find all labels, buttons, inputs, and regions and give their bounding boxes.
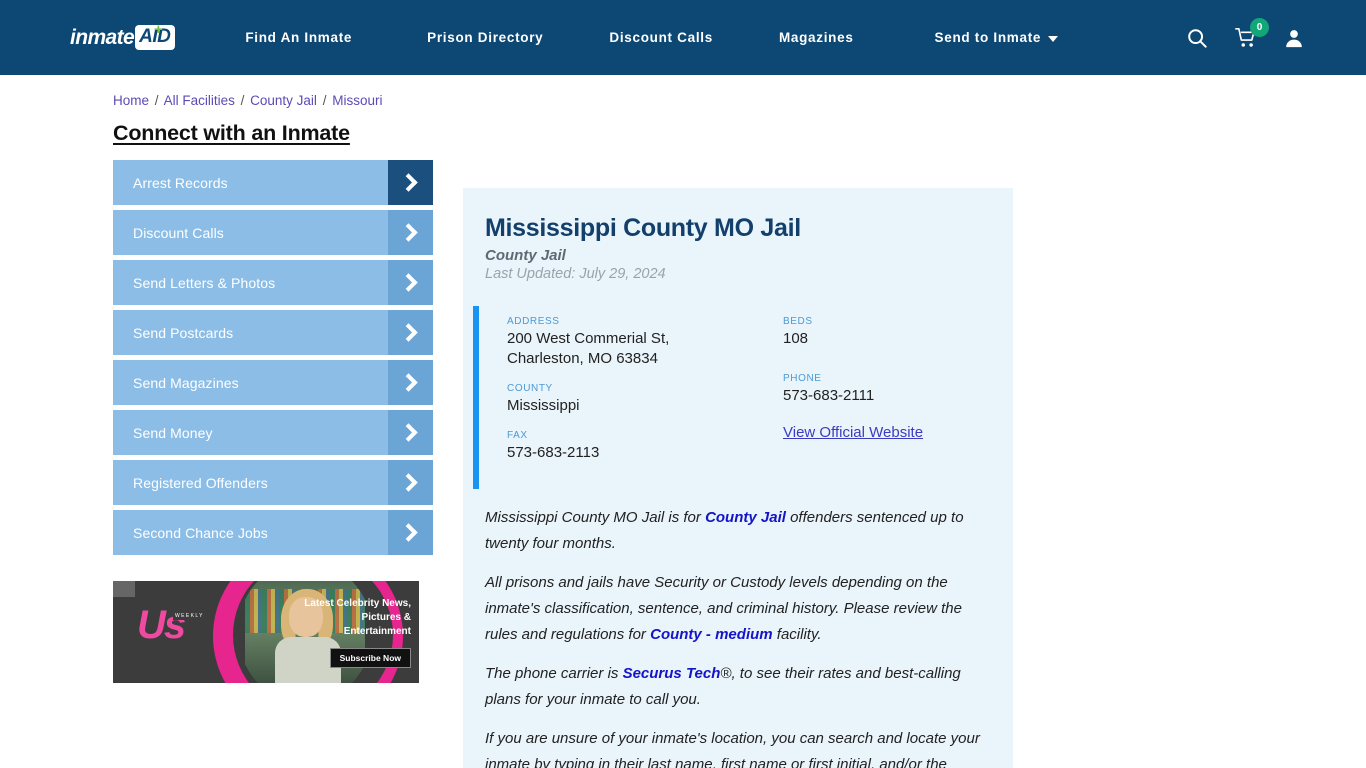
sidebar-item-send-letters-photos[interactable]: Send Letters & Photos: [113, 260, 433, 305]
breadcrumb-separator: /: [322, 93, 327, 108]
sidebar-item-registered-offenders[interactable]: Registered Offenders: [113, 460, 433, 505]
chevron-right-icon: [388, 410, 433, 455]
fax-block: FAX 573-683-2113: [507, 430, 783, 463]
site-logo[interactable]: inmate + AID: [70, 20, 176, 53]
chevron-right-icon: [388, 360, 433, 405]
fax-value: 573-683-2113: [507, 444, 600, 461]
sidebar-menu: Arrest Records Discount Calls Send Lette…: [113, 160, 433, 555]
beds-block: BEDS 108: [783, 316, 1013, 349]
sidebar-item-label: Send Postcards: [133, 324, 234, 341]
nav-item-magazines[interactable]: Magazines: [746, 30, 887, 45]
facility-type: County Jail: [485, 247, 566, 264]
ad-brand-sublabel: WEEKLY: [173, 612, 206, 620]
nav-item-find-an-inmate[interactable]: Find An Inmate: [245, 30, 394, 45]
address-label: ADDRESS: [507, 316, 560, 327]
nav-item-prison-directory[interactable]: Prison Directory: [394, 30, 576, 45]
chevron-down-icon: [1048, 35, 1059, 42]
page-body: Home / All Facilities / County Jail / Mi…: [0, 75, 1366, 768]
user-account-icon[interactable]: [1284, 27, 1304, 49]
beds-value: 108: [783, 330, 809, 347]
header-icon-group: 0: [1186, 17, 1304, 49]
description-paragraph-3: The phone carrier is Securus Tech®, to s…: [485, 661, 991, 713]
beds-label: BEDS: [783, 316, 813, 327]
sidebar-item-send-money[interactable]: Send Money: [113, 410, 433, 455]
website-block: View Official Website: [783, 424, 1013, 442]
nav-send-to-inmate-label: Send to Inmate: [934, 30, 1042, 45]
desc-p2-highlight: County - medium: [650, 626, 773, 643]
desc-p2-text-b: facility.: [772, 626, 822, 643]
chevron-right-icon: [388, 460, 433, 505]
site-header: inmate + AID Find An Inmate Prison Direc…: [0, 0, 1366, 75]
view-official-website-link[interactable]: View Official Website: [783, 424, 923, 441]
logo-plus-icon: +: [154, 20, 163, 38]
ad-label-tab: [113, 581, 135, 597]
shopping-cart-icon[interactable]: 0: [1234, 17, 1269, 49]
description-paragraph-2: All prisons and jails have Security or C…: [485, 570, 991, 648]
desc-p3-text-a: The phone carrier is: [485, 665, 623, 682]
search-icon[interactable]: [1186, 27, 1208, 49]
facility-info-panel: ADDRESS 200 West Commerial St, Charlesto…: [473, 306, 1013, 489]
nav-item-send-to-inmate[interactable]: Send to Inmate: [887, 30, 1092, 45]
desc-p4-text-a: If you are unsure of your inmate's locat…: [485, 730, 980, 768]
sidebar-item-arrest-records[interactable]: Arrest Records: [113, 160, 433, 205]
cart-count-badge: 0: [1250, 17, 1269, 37]
nav-item-discount-calls[interactable]: Discount Calls: [576, 30, 746, 45]
address-line-2: Charleston, MO 63834: [507, 350, 658, 367]
phone-label: PHONE: [783, 373, 822, 384]
sidebar-item-send-magazines[interactable]: Send Magazines: [113, 360, 433, 405]
facility-info-column-right: BEDS 108 PHONE 573-683-2111 View Officia…: [783, 316, 1013, 477]
desc-p1-text-a: Mississippi County MO Jail is for: [485, 509, 706, 526]
facility-description: Mississippi County MO Jail is for County…: [463, 489, 1013, 768]
breadcrumb-item-missouri[interactable]: Missouri: [332, 93, 382, 108]
phone-block: PHONE 573-683-2111: [783, 373, 1013, 406]
breadcrumb-separator: /: [240, 93, 245, 108]
ad-brand-logo: Us: [137, 603, 186, 647]
breadcrumb-item-county-jail[interactable]: County Jail: [250, 93, 317, 108]
desc-p3-highlight: Securus Tech: [622, 665, 721, 682]
sidebar: Home / All Facilities / County Jail / Mi…: [113, 75, 443, 768]
description-paragraph-1: Mississippi County MO Jail is for County…: [485, 505, 991, 557]
fax-label: FAX: [507, 430, 528, 441]
facility-header: Mississippi County MO Jail County Jail L…: [463, 214, 1013, 282]
phone-value: 573-683-2111: [783, 387, 875, 404]
breadcrumb-separator: /: [154, 93, 159, 108]
chevron-right-icon: [388, 260, 433, 305]
breadcrumb: Home / All Facilities / County Jail / Mi…: [113, 75, 443, 108]
county-value: Mississippi: [507, 397, 580, 414]
address-line-1: 200 West Commerial St,: [507, 330, 670, 347]
facility-info-column-left: ADDRESS 200 West Commerial St, Charlesto…: [507, 316, 783, 477]
chevron-right-icon: [388, 510, 433, 555]
sidebar-item-label: Send Money: [133, 424, 213, 441]
sidebar-heading: Connect with an Inmate: [113, 121, 350, 145]
address-block: ADDRESS 200 West Commerial St, Charlesto…: [507, 316, 783, 369]
chevron-right-icon: [388, 310, 433, 355]
county-block: COUNTY Mississippi: [507, 383, 783, 416]
sidebar-item-label: Arrest Records: [133, 174, 228, 191]
page-title: Mississippi County MO Jail: [485, 214, 801, 242]
logo-wordmark: inmate: [70, 25, 135, 49]
sidebar-item-label: Send Magazines: [133, 374, 239, 391]
sidebar-item-send-postcards[interactable]: Send Postcards: [113, 310, 433, 355]
advertisement-banner[interactable]: Us WEEKLY Latest Celebrity News, Picture…: [113, 581, 419, 683]
chevron-right-icon: [388, 160, 433, 205]
main-content: Mississippi County MO Jail County Jail L…: [463, 75, 1013, 768]
sidebar-item-label: Registered Offenders: [133, 474, 268, 491]
sidebar-item-label: Discount Calls: [133, 224, 224, 241]
ad-headline: Latest Celebrity News, Pictures & Entert…: [304, 598, 411, 637]
breadcrumb-item-home[interactable]: Home: [113, 93, 149, 108]
breadcrumb-item-all-facilities[interactable]: All Facilities: [164, 93, 235, 108]
sidebar-item-label: Send Letters & Photos: [133, 274, 276, 291]
ad-subscribe-button[interactable]: Subscribe Now: [329, 648, 411, 668]
facility-last-updated: Last Updated: July 29, 2024: [485, 266, 666, 282]
sidebar-item-label: Second Chance Jobs: [133, 524, 268, 541]
facility-card: Mississippi County MO Jail County Jail L…: [463, 188, 1013, 768]
desc-p1-highlight: County Jail: [705, 509, 786, 526]
main-navigation: Find An Inmate Prison Directory Discount…: [245, 30, 1186, 45]
ad-copy-block: Latest Celebrity News, Pictures & Entert…: [293, 597, 411, 668]
sidebar-item-discount-calls[interactable]: Discount Calls: [113, 210, 433, 255]
description-paragraph-4: If you are unsure of your inmate's locat…: [485, 726, 991, 768]
chevron-right-icon: [388, 210, 433, 255]
sidebar-item-second-chance-jobs[interactable]: Second Chance Jobs: [113, 510, 433, 555]
county-label: COUNTY: [507, 383, 553, 394]
